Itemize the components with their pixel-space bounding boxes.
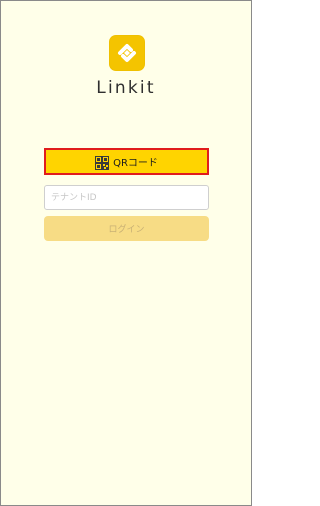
qr-code-icon [95,155,110,170]
tenant-id-input[interactable] [44,185,209,210]
login-button-label: ログイン [108,225,145,235]
linkit-logo-icon [109,35,145,71]
qr-code-button-label: QRコード [113,158,158,169]
qr-code-button[interactable]: QRコード [44,148,209,175]
login-button[interactable]: ログイン [44,216,209,241]
login-screen: Linkit QRコード ログイン [0,0,252,506]
app-logo-text: Linkit [96,78,156,98]
